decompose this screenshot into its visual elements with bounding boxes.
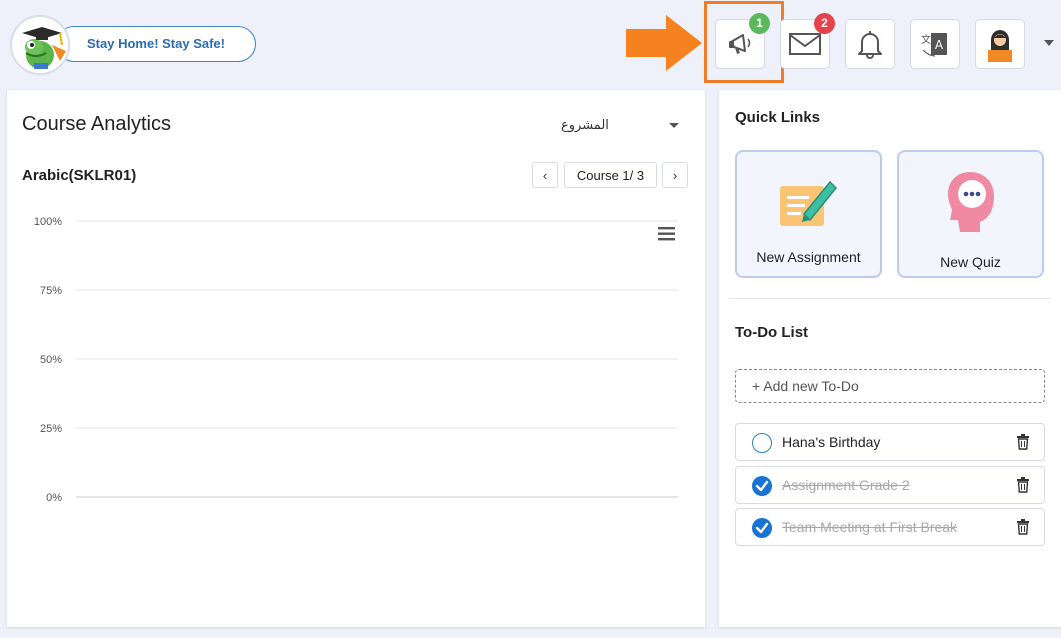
- prev-course-button[interactable]: ‹: [532, 162, 558, 188]
- notifications-button[interactable]: [845, 19, 895, 69]
- todo-text: Team Meeting at First Break: [782, 519, 958, 535]
- app-logo[interactable]: [10, 15, 70, 75]
- assignment-pen-icon: [780, 180, 838, 226]
- analytics-chart: 100% 75% 50% 25% 0%: [34, 216, 678, 504]
- todo-text: Hana's Birthday: [782, 434, 881, 450]
- course-name: Arabic(SKLR01): [22, 167, 137, 184]
- teacher-avatar-icon: [988, 30, 1012, 62]
- trash-icon[interactable]: [1016, 519, 1030, 535]
- bell-icon: [858, 31, 882, 59]
- new-quiz-label: New Quiz: [940, 254, 1001, 270]
- envelope-icon: [789, 33, 821, 55]
- top-header: Stay Home! Stay Safe! 1 2 A 文: [0, 0, 1061, 88]
- chevron-down-icon: [669, 123, 679, 128]
- megaphone-icon: [729, 34, 751, 54]
- todo-item[interactable]: Assignment Grade 2: [735, 466, 1045, 504]
- y-tick-label: 50%: [40, 354, 62, 366]
- chevron-down-icon[interactable]: [1044, 40, 1054, 46]
- add-todo-input[interactable]: + Add new To-Do: [735, 369, 1045, 403]
- course-analytics-card: Course Analytics المشروع Arabic(SKLR01) …: [7, 90, 705, 627]
- messages-button[interactable]: 2: [780, 13, 835, 69]
- todo-checkbox-checked[interactable]: [752, 518, 772, 538]
- chart-menu-icon[interactable]: [657, 226, 677, 242]
- quick-links-title: Quick Links: [735, 109, 821, 126]
- todo-item[interactable]: Hana's Birthday: [735, 423, 1045, 461]
- announcements-badge: 1: [749, 13, 770, 34]
- divider: [729, 298, 1051, 299]
- side-panel: Quick Links New Assignment New Quiz To-D…: [719, 90, 1061, 627]
- next-course-button[interactable]: ›: [662, 162, 688, 188]
- pointer-arrow-icon: [626, 15, 702, 71]
- trash-icon[interactable]: [1016, 477, 1030, 493]
- course-pager-label: Course 1/ 3: [564, 162, 657, 188]
- messages-badge: 2: [814, 13, 835, 34]
- check-icon: [755, 480, 769, 492]
- announcements-button[interactable]: 1: [715, 13, 770, 69]
- language-button[interactable]: A 文: [910, 19, 960, 69]
- svg-text:A: A: [935, 38, 944, 52]
- y-tick-label: 100%: [34, 216, 62, 228]
- todo-checkbox-checked[interactable]: [752, 476, 772, 496]
- check-icon: [755, 522, 769, 534]
- quiz-head-icon: [948, 172, 994, 232]
- todo-checkbox[interactable]: [752, 433, 772, 453]
- y-tick-label: 0%: [46, 492, 62, 504]
- new-assignment-label: New Assignment: [756, 249, 861, 265]
- todo-text: Assignment Grade 2: [782, 477, 910, 493]
- project-select[interactable]: المشروع: [537, 115, 687, 137]
- profile-avatar-button[interactable]: [975, 19, 1025, 69]
- y-tick-label: 25%: [40, 423, 62, 435]
- project-select-value: المشروع: [561, 117, 609, 132]
- translate-icon: A 文: [921, 33, 947, 57]
- trash-icon[interactable]: [1016, 434, 1030, 450]
- slogan-pill[interactable]: Stay Home! Stay Safe!: [56, 26, 256, 62]
- card-title: Course Analytics: [22, 113, 171, 135]
- todo-item[interactable]: Team Meeting at First Break: [735, 508, 1045, 546]
- y-tick-label: 75%: [40, 285, 62, 297]
- svg-text:文: 文: [921, 33, 931, 46]
- new-quiz-link[interactable]: New Quiz: [897, 150, 1044, 278]
- new-assignment-link[interactable]: New Assignment: [735, 150, 882, 278]
- todo-title: To-Do List: [735, 324, 809, 341]
